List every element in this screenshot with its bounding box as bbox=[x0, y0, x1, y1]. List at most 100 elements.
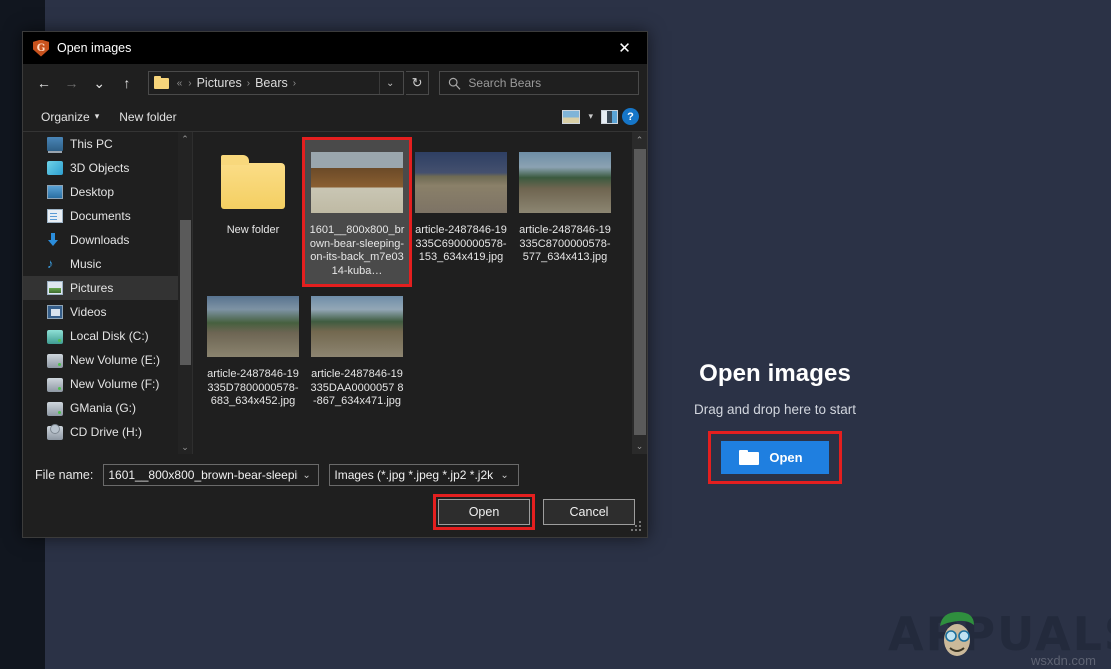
sidebar-item-label: New Volume (F:) bbox=[70, 377, 160, 391]
sidebar-item-desktop[interactable]: Desktop bbox=[23, 180, 192, 204]
folder-icon bbox=[739, 450, 760, 465]
chevron-down-icon[interactable]: ⌄ bbox=[378, 72, 401, 94]
sidebar-item-label: This PC bbox=[70, 137, 113, 151]
dialog-footer: File name: ⌄ Images (*.jpg *.jpeg *.jp2 … bbox=[23, 454, 647, 536]
file-name-combobox[interactable]: ⌄ bbox=[103, 464, 320, 486]
music-icon: ♪ bbox=[47, 256, 54, 271]
file-type-combobox[interactable]: Images (*.jpg *.jpeg *.jp2 *.j2k * ⌄ bbox=[329, 464, 520, 486]
dialog-cancel-button[interactable]: Cancel bbox=[543, 499, 635, 525]
breadcrumb-separator: › bbox=[188, 77, 192, 89]
sidebar-item-cd-drive-h[interactable]: CD Drive (H:) bbox=[23, 420, 192, 444]
breadcrumb-bears[interactable]: Bears bbox=[253, 76, 290, 90]
address-folder-icon bbox=[153, 76, 169, 89]
dialog-titlebar: G Open images ✕ bbox=[23, 32, 647, 64]
sidebar-item-label: Desktop bbox=[70, 185, 115, 199]
resize-grip-icon[interactable] bbox=[631, 521, 643, 533]
file-tile[interactable]: article-2487846-19335DAA0000057 8-867_63… bbox=[305, 284, 409, 415]
dialog-body: This PC 3D Objects Desktop Documents Downloa… bbox=[23, 132, 647, 454]
breadcrumb-separator: › bbox=[292, 77, 297, 89]
sidebar-item-new-volume-f[interactable]: New Volume (F:) bbox=[23, 372, 192, 396]
preview-pane-icon[interactable] bbox=[601, 109, 618, 124]
sidebar-item-label: GMania (G:) bbox=[70, 401, 137, 415]
address-bar[interactable]: « › Pictures › Bears › ⌄ bbox=[147, 71, 404, 95]
sidebar-scroll-down-icon[interactable]: ⌄ bbox=[181, 440, 189, 454]
image-thumbnail bbox=[415, 151, 507, 213]
sidebar-item-local-disk-c[interactable]: Local Disk (C:) bbox=[23, 324, 192, 348]
search-input[interactable] bbox=[468, 76, 619, 90]
refresh-icon[interactable]: ↻ bbox=[405, 71, 430, 95]
file-tile[interactable]: article-2487846-19335D7800000578-683_634… bbox=[201, 284, 305, 415]
thumbnail bbox=[411, 144, 511, 220]
gimp-shield-icon: G bbox=[33, 39, 49, 57]
watermark: APPUALS wsxdn.com bbox=[888, 606, 1111, 668]
file-scroll-up-icon[interactable]: ⌃ bbox=[636, 132, 644, 148]
sidebar-item-label: Local Disk (C:) bbox=[70, 329, 149, 343]
chevron-down-icon: ▾ bbox=[94, 111, 100, 121]
sidebar-item-label: Downloads bbox=[70, 233, 130, 247]
sidebar-item-new-volume-e[interactable]: New Volume (E:) bbox=[23, 348, 192, 372]
thumbnail bbox=[307, 288, 407, 364]
sidebar-item-label: Music bbox=[70, 257, 102, 271]
breadcrumb-pictures[interactable]: Pictures bbox=[195, 76, 244, 90]
image-thumbnail bbox=[207, 295, 299, 357]
file-tile[interactable]: article-2487846-19335C6900000578-153_634… bbox=[409, 140, 513, 284]
file-type-chevron-down-icon[interactable]: ⌄ bbox=[496, 470, 512, 481]
open-images-button-label: Open bbox=[769, 450, 803, 465]
sidebar-item-music[interactable]: ♪ Music bbox=[23, 252, 192, 276]
sidebar-item-3d-objects[interactable]: 3D Objects bbox=[23, 156, 192, 180]
file-tile[interactable]: 1601__800x800_brown-bear-sleeping-on-its… bbox=[302, 137, 412, 287]
disk-icon bbox=[47, 330, 63, 344]
file-name-label: article-2487846-19335C6900000578-153_634… bbox=[415, 224, 507, 263]
sidebar-scroll-up-icon[interactable]: ⌃ bbox=[181, 132, 189, 146]
image-thumbnail bbox=[519, 151, 611, 213]
folder-tile[interactable]: New folder bbox=[201, 140, 305, 284]
forward-button[interactable]: → bbox=[59, 70, 85, 96]
organize-label: Organize bbox=[41, 109, 90, 124]
watermark-site: wsxdn.com bbox=[1030, 653, 1096, 668]
thumbnail bbox=[203, 144, 303, 220]
drop-zone-panel: Open images Drag and drop here to start … bbox=[610, 360, 940, 484]
file-list-scrollbar[interactable]: ⌃ ⌄ bbox=[632, 132, 647, 454]
file-name-label: File name: bbox=[35, 468, 94, 482]
dialog-title: Open images bbox=[57, 41, 132, 55]
sidebar-scroll-thumb[interactable] bbox=[179, 220, 191, 365]
file-list-area[interactable]: New folder 1601__800x800_brown-bear-sleep… bbox=[193, 132, 647, 454]
sidebar-item-videos[interactable]: Videos bbox=[23, 300, 192, 324]
sidebar-scrollbar[interactable]: ⌃ ⌄ bbox=[178, 132, 192, 454]
close-icon[interactable]: ✕ bbox=[602, 32, 647, 64]
organize-button[interactable]: Organize ▾ bbox=[31, 110, 109, 124]
dialog-button-row: Open Cancel bbox=[35, 494, 635, 530]
thumbnail bbox=[203, 288, 303, 364]
open-images-button[interactable]: Open bbox=[721, 441, 829, 474]
recent-locations-button[interactable]: ⌄ bbox=[86, 70, 112, 96]
help-icon[interactable]: ? bbox=[622, 108, 639, 125]
file-tile[interactable]: article-2487846-19335C8700000578-577_634… bbox=[513, 140, 617, 284]
breadcrumb-overflow[interactable]: « bbox=[174, 78, 186, 89]
sidebar-item-pictures[interactable]: Pictures bbox=[23, 276, 192, 300]
sidebar-item-this-pc[interactable]: This PC bbox=[23, 132, 192, 156]
downloads-icon bbox=[47, 233, 63, 247]
file-scroll-down-icon[interactable]: ⌄ bbox=[636, 438, 644, 454]
sidebar-item-documents[interactable]: Documents bbox=[23, 204, 192, 228]
file-scroll-thumb[interactable] bbox=[633, 149, 646, 435]
breadcrumb-separator: › bbox=[246, 77, 251, 89]
sidebar-item-downloads[interactable]: Downloads bbox=[23, 228, 192, 252]
search-box[interactable] bbox=[439, 71, 639, 95]
search-icon bbox=[449, 77, 461, 90]
videos-icon bbox=[47, 305, 63, 319]
file-name-input[interactable] bbox=[108, 468, 299, 482]
sidebar-item-gmania-g[interactable]: GMania (G:) bbox=[23, 396, 192, 420]
image-thumbnail bbox=[311, 151, 403, 213]
cd-drive-icon bbox=[47, 424, 63, 440]
up-button[interactable]: ↑ bbox=[114, 70, 140, 96]
dialog-toolbar: Organize ▾ New folder ▾ ? bbox=[23, 102, 647, 132]
view-mode-chevron-down-icon[interactable]: ▾ bbox=[584, 111, 597, 122]
toolbar-right-group: ▾ ? bbox=[562, 108, 639, 125]
3d-objects-icon bbox=[47, 161, 63, 175]
dialog-open-button[interactable]: Open bbox=[438, 499, 530, 525]
file-name-label: article-2487846-19335C8700000578-577_634… bbox=[519, 224, 611, 263]
back-button[interactable]: ← bbox=[31, 70, 57, 96]
view-mode-icon[interactable] bbox=[562, 109, 581, 124]
new-folder-button[interactable]: New folder bbox=[109, 110, 186, 124]
file-name-chevron-down-icon[interactable]: ⌄ bbox=[298, 470, 314, 481]
